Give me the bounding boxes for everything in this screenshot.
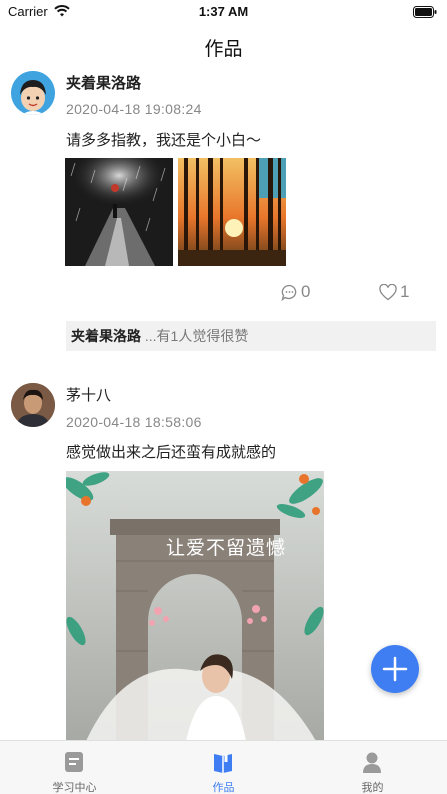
- like-count: 1: [400, 282, 410, 301]
- comment-button[interactable]: 0: [281, 282, 310, 302]
- avatar[interactable]: [11, 383, 55, 427]
- comment-count: 0: [301, 282, 311, 301]
- tab-study-center[interactable]: 学习中心: [0, 741, 149, 794]
- tab-works[interactable]: 作品: [149, 741, 298, 794]
- tab-label: 作品: [212, 782, 235, 794]
- tab-label: 学习中心: [52, 782, 97, 794]
- works-icon: [214, 754, 232, 773]
- comment-icon: [281, 284, 297, 301]
- post-timestamp: 2020-04-18 18:58:06: [66, 414, 202, 430]
- image-caption: 让爱不留遗憾: [166, 537, 287, 559]
- tab-profile[interactable]: 我的: [298, 741, 447, 794]
- page-title: 作品: [204, 39, 243, 60]
- post-photo-rain-street[interactable]: [65, 158, 173, 266]
- likes-summary: 夹着果洛路 ...有1人觉得很赞: [66, 321, 436, 351]
- post-photo-wedding-arch[interactable]: 让爱不留遗憾: [66, 471, 324, 741]
- study-center-icon: [65, 752, 83, 772]
- plus-icon: [382, 656, 408, 682]
- profile-icon: [363, 752, 381, 773]
- avatar-cartoon-icon: [11, 71, 55, 115]
- post-author[interactable]: 夹着果洛路: [66, 72, 141, 93]
- battery-icon: [413, 6, 437, 18]
- add-post-button[interactable]: [371, 645, 419, 693]
- post-photo-sunset-forest[interactable]: [178, 158, 286, 266]
- tab-label: 我的: [361, 782, 384, 794]
- post-content: 感觉做出来之后还蛮有成就感的: [66, 444, 277, 461]
- post-content: 请多多指教，我还是个小白～: [66, 132, 262, 149]
- avatar[interactable]: [11, 71, 55, 115]
- heart-icon: [379, 283, 397, 300]
- likes-summary-text: ...有1人觉得很赞: [141, 328, 249, 344]
- avatar-photo-icon: [11, 383, 55, 427]
- tab-bar: 学习中心 作品 我的: [0, 740, 447, 794]
- post-timestamp: 2020-04-18 19:08:24: [66, 101, 202, 117]
- liker-name[interactable]: 夹着果洛路: [71, 328, 141, 344]
- post-author[interactable]: 茅十八: [66, 384, 111, 405]
- status-bar: Carrier 1:37 AM: [0, 0, 447, 24]
- like-button[interactable]: 1: [379, 282, 409, 302]
- clock: 1:37 AM: [198, 4, 249, 19]
